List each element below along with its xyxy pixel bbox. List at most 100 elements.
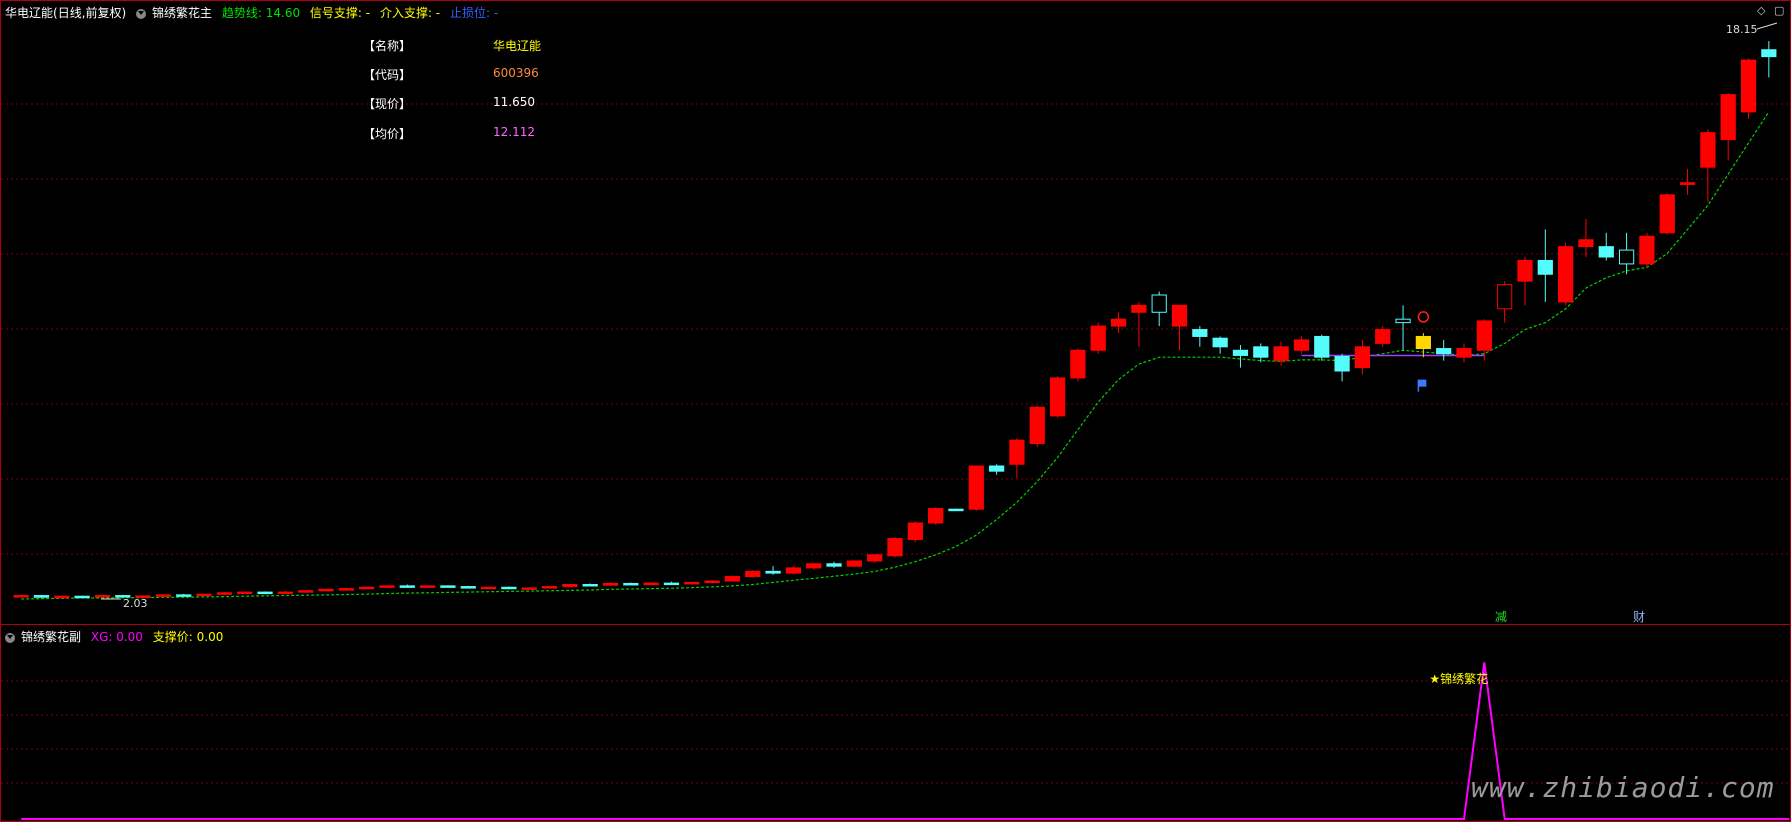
candle: [765, 566, 781, 575]
candle-body: [948, 508, 964, 512]
high-price-label: 18.15: [1726, 23, 1758, 36]
candle-body: [196, 593, 212, 597]
signal-circle-icon: [1417, 311, 1430, 323]
candle-body: [359, 586, 375, 590]
watermark: www.zhibiaodi.com: [1471, 771, 1775, 804]
candle-body: [1456, 348, 1472, 358]
candle: [1354, 339, 1371, 375]
candle-body: [1618, 249, 1635, 265]
candle: [663, 581, 680, 586]
candle-body: [1090, 325, 1106, 351]
candle-body: [765, 570, 781, 574]
main-header: 华电辽能(日线,前复权) 锦绣繁花主 趋势线: 14.60 信号支撑: - 介入…: [5, 4, 504, 21]
main-chart-canvas[interactable]: 18.15 2.03 减 财: [1, 1, 1790, 624]
candle-body: [1395, 318, 1411, 324]
marker-reduce: 减: [1495, 610, 1507, 624]
main-chart-panel[interactable]: 18.15 2.03 减 财 华电辽能(日线,前复权) 锦绣繁花主 趋势线: 14.6…: [0, 0, 1791, 625]
candle: [460, 585, 476, 589]
candle: [298, 590, 314, 593]
indicator-dropdown-icon[interactable]: [136, 8, 147, 19]
candle: [237, 591, 253, 595]
candle-body: [216, 592, 232, 595]
candle-body: [399, 585, 415, 588]
period-label: (日线,前复权): [53, 6, 127, 20]
candle: [867, 554, 883, 563]
info-key-avg: 【均价】: [363, 127, 412, 141]
candle-body: [582, 583, 598, 587]
info-value-price: 11.650: [493, 95, 535, 109]
indicator-name[interactable]: 锦绣繁花主: [152, 6, 212, 20]
candle-body: [1029, 406, 1045, 445]
candle-body: [1659, 194, 1675, 234]
candle-body: [846, 560, 862, 567]
candle-body: [785, 567, 802, 574]
candle-body: [724, 576, 741, 582]
sub-indicator-dropdown-icon[interactable]: [5, 632, 15, 643]
candle-body: [1293, 339, 1310, 351]
candle: [1720, 92, 1736, 161]
candle: [1212, 336, 1228, 354]
diamond-icon[interactable]: ◇: [1757, 4, 1765, 17]
candle: [1192, 326, 1208, 347]
candle-body: [94, 595, 111, 598]
trend-label: 趋势线: 14.60: [221, 6, 301, 20]
candle-body: [968, 465, 984, 510]
sub-indicator-name[interactable]: 锦绣繁花副: [21, 630, 81, 644]
candle-body: [33, 595, 50, 598]
candle-body: [806, 563, 822, 569]
candle-body: [602, 582, 619, 586]
candle-body: [1334, 355, 1350, 372]
candle: [1049, 376, 1066, 418]
candle: [562, 583, 578, 588]
signal-star-label: ★锦绣繁花: [1429, 671, 1488, 686]
candle: [1679, 168, 1696, 195]
candle: [359, 586, 375, 590]
candle-body: [298, 590, 314, 593]
candle-body: [277, 591, 293, 595]
info-key-price: 【现价】: [363, 97, 412, 111]
sub-chart-panel[interactable]: ★锦绣繁花 锦绣繁花副 XG: 0.00 支撑价: 0.00 www.zhibi…: [0, 624, 1791, 822]
candle: [1639, 232, 1655, 268]
marker-finance: 财: [1633, 610, 1645, 624]
candle-body: [1415, 335, 1431, 350]
window-restore-icon[interactable]: ▢: [1774, 4, 1784, 17]
candle: [277, 591, 293, 595]
low-price-label: 2.03: [123, 597, 148, 610]
candle: [1436, 339, 1452, 361]
candle-body: [1375, 329, 1391, 344]
candle-body: [562, 583, 578, 588]
candle-body: [988, 465, 1005, 472]
candle-body: [1253, 346, 1269, 358]
candle-body: [379, 585, 395, 588]
candle-body: [1497, 284, 1513, 310]
candle-body: [704, 580, 720, 584]
candle: [1456, 343, 1472, 363]
candle-body: [318, 588, 334, 592]
candle-body: [74, 595, 90, 599]
candle: [318, 588, 334, 592]
candle-body: [1049, 377, 1066, 417]
candle-body: [623, 582, 639, 586]
candle: [968, 465, 984, 511]
candle-body: [643, 582, 659, 586]
high-arrow: [1756, 22, 1778, 30]
candle: [54, 595, 70, 599]
candle: [1171, 304, 1188, 351]
candle-body: [1232, 349, 1249, 356]
support-price-label: 支撑价: 0.00: [152, 630, 224, 644]
candle: [1232, 345, 1249, 368]
candle: [846, 560, 862, 568]
candle: [74, 595, 90, 599]
flag-icon: [1418, 379, 1427, 387]
xg-label: XG: 0.00: [90, 630, 143, 644]
candle: [196, 593, 212, 597]
candle-body: [521, 587, 537, 590]
candle: [13, 594, 29, 598]
candle: [155, 594, 172, 597]
candle-body: [1314, 335, 1330, 358]
candle-body: [1578, 239, 1594, 248]
candle: [1293, 336, 1310, 354]
candle: [1740, 58, 1757, 119]
candle: [1618, 232, 1635, 275]
candle: [257, 591, 273, 595]
